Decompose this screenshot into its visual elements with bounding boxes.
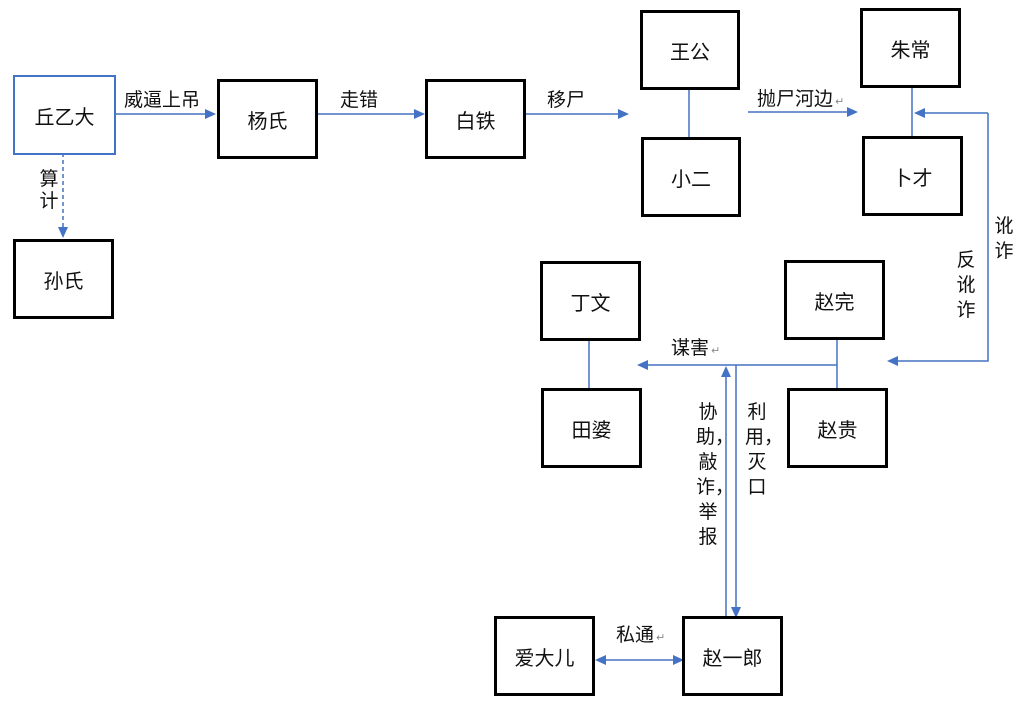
arrowhead-murder (637, 360, 648, 370)
arrowhead-wang-zhu (847, 107, 858, 117)
node-label: 赵贵 (817, 417, 858, 442)
return-mark-icon: ↵ (656, 631, 666, 644)
edge-label-text: 抛尸河边 (757, 88, 834, 110)
node-label: 杨氏 (247, 108, 288, 133)
node-label: 丁文 (570, 290, 611, 315)
return-mark-icon: ↵ (835, 95, 845, 108)
arrowhead-qiu-yang (205, 109, 216, 119)
edge-label-wang-zhu: 抛尸河边 ↵ (757, 88, 844, 113)
arrowhead-qiu-sun (58, 227, 68, 238)
arrowhead-bai-wang (618, 109, 629, 119)
node-zhao-wan[interactable]: 赵完 (784, 260, 885, 340)
node-label: 田婆 (571, 417, 612, 442)
return-mark-icon: ↵ (711, 344, 721, 357)
node-zhao-yi-lang[interactable]: 赵一郎 (682, 616, 783, 696)
edge-label-qiu-sun: 算计 (39, 168, 59, 212)
node-label: 赵完 (814, 289, 855, 314)
node-label: 卜才 (892, 165, 933, 190)
edge-label-zhao-zhu: 讹诈 (994, 215, 1014, 262)
node-label: 爱大儿 (514, 645, 575, 670)
edge-label-zhaoyl-down: 利用，灭口 (745, 401, 784, 498)
node-qiu-yi-da[interactable]: 丘乙大 (13, 75, 116, 155)
edge-label-zhu-zhao: 反讹诈 (956, 249, 976, 321)
arrowhead-ai-left (595, 655, 606, 665)
relationship-diagram: 丘乙大 孙氏 杨氏 白铁 王公 小二 朱常 卜才 丁文 田婆 赵完 赵贵 爱大儿… (0, 0, 1025, 711)
edge-label-zhaoyl-up: 协助，敲诈，举报 (696, 401, 735, 548)
node-ding-wen[interactable]: 丁文 (540, 261, 641, 341)
node-label: 朱常 (890, 37, 931, 62)
node-label: 王公 (670, 39, 710, 64)
node-label: 小二 (671, 166, 711, 191)
node-bai-tie[interactable]: 白铁 (425, 79, 526, 159)
node-xiao-er[interactable]: 小二 (641, 137, 741, 217)
node-label: 白铁 (455, 108, 496, 133)
node-label: 孙氏 (43, 268, 84, 293)
node-zhu-chang[interactable]: 朱常 (860, 8, 961, 88)
arrowhead-zhu-zhao (887, 356, 898, 366)
node-sun-shi[interactable]: 孙氏 (13, 239, 114, 319)
node-ai-da-er[interactable]: 爱大儿 (494, 616, 595, 696)
node-tian-po[interactable]: 田婆 (541, 388, 642, 468)
edge-label-text: 谋害 (671, 337, 710, 359)
node-label: 丘乙大 (34, 104, 95, 129)
node-zhao-gui[interactable]: 赵贵 (787, 388, 888, 468)
edge-label-text: 私通 (616, 624, 655, 646)
arrowhead-zhao-zhu (914, 108, 925, 118)
node-bu-cai[interactable]: 卜才 (862, 136, 963, 216)
arrowhead-yang-bai (414, 109, 425, 119)
edge-label-ai-zhaoyl: 私通 ↵ (616, 624, 665, 649)
edge-label-murder: 谋害 ↵ (671, 337, 720, 362)
edge-label-yang-bai: 走错 (340, 89, 379, 111)
node-wang-gong[interactable]: 王公 (640, 10, 740, 90)
edge-label-bai-wang: 移尸 (547, 89, 586, 111)
node-label: 赵一郎 (702, 645, 763, 670)
arrowhead-zhaoyl-up (721, 366, 731, 377)
node-yang-shi[interactable]: 杨氏 (217, 79, 318, 159)
edge-label-qiu-yang: 威逼上吊 (124, 89, 201, 111)
